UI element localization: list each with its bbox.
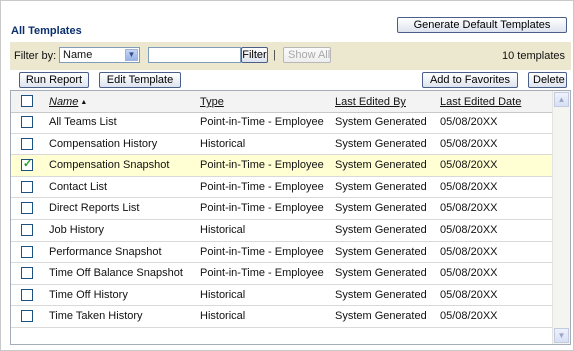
filter-field-select[interactable]: Name ▼ [59, 47, 140, 63]
row-type: Point-in-Time - Employee [200, 116, 324, 128]
row-checkbox[interactable] [21, 245, 33, 258]
column-header-last-edited-date[interactable]: Last Edited Date [440, 96, 521, 108]
row-checkbox[interactable] [21, 202, 33, 215]
row-checkbox[interactable] [21, 223, 33, 236]
row-checkbox[interactable] [21, 157, 33, 172]
row-checkbox[interactable] [21, 137, 33, 150]
templates-panel: All Templates Generate Default Templates… [0, 0, 574, 351]
row-name[interactable]: Time Off History [49, 289, 128, 301]
row-date: 05/08/20XX [440, 245, 498, 258]
row-type: Historical [200, 288, 246, 301]
filter-label: Filter by: [14, 50, 57, 62]
column-header-last-edited-by[interactable]: Last Edited By [335, 96, 406, 108]
template-count: 10 templates [502, 50, 565, 62]
templates-table: Name ▲ Type Last Edited By Last Edited Da… [10, 90, 571, 345]
sort-ascending-icon: ▲ [80, 99, 88, 106]
delete-button[interactable]: Delete [528, 72, 567, 88]
filter-button[interactable]: Filter [241, 47, 268, 63]
row-checkbox[interactable] [21, 288, 33, 301]
row-name[interactable]: Performance Snapshot [49, 246, 162, 258]
row-name[interactable]: Compensation History [49, 138, 157, 150]
table-row[interactable]: Time Off History Historical System Generat… [11, 285, 553, 307]
table-row[interactable]: Contact List Point-in-Time - Employee Syst… [11, 177, 553, 199]
select-all-checkbox[interactable] [21, 95, 33, 107]
scroll-up-icon[interactable]: ▲ [554, 92, 569, 107]
row-type: Point-in-Time - Employee [200, 267, 324, 280]
column-header-type[interactable]: Type [200, 96, 224, 108]
table-body: All Teams List Point-in-Time - Employee Sy… [11, 112, 553, 328]
row-name[interactable]: Job History [49, 224, 104, 236]
add-to-favorites-button[interactable]: Add to Favorites [422, 72, 518, 88]
row-edited-by: System Generated [335, 223, 427, 236]
vertical-scrollbar[interactable]: ▲ ▼ [552, 91, 570, 344]
row-checkbox[interactable] [21, 267, 33, 280]
row-date: 05/08/20XX [440, 310, 498, 323]
row-type: Point-in-Time - Employee [200, 159, 324, 172]
row-type: Point-in-Time - Employee [200, 180, 324, 193]
generate-default-templates-button[interactable]: Generate Default Templates [397, 17, 567, 33]
filter-field-value: Name [63, 49, 93, 61]
filter-text-input[interactable] [148, 47, 241, 63]
row-name[interactable]: Direct Reports List [49, 202, 139, 214]
row-date: 05/08/20XX [440, 116, 498, 128]
row-date: 05/08/20XX [440, 288, 498, 301]
row-name[interactable]: Compensation Snapshot [49, 159, 169, 171]
row-name[interactable]: Time Off Balance Snapshot [49, 267, 183, 279]
row-type: Historical [200, 137, 246, 150]
row-date: 05/08/20XX [440, 159, 498, 172]
table-row[interactable]: Compensation History Historical System Gen… [11, 134, 553, 156]
table-row[interactable]: Performance Snapshot Point-in-Time - Empl… [11, 242, 553, 264]
row-date: 05/08/20XX [440, 223, 498, 236]
row-type: Point-in-Time - Employee [200, 202, 324, 215]
table-row[interactable]: Time Off Balance Snapshot Point-in-Time -… [11, 263, 553, 285]
row-checkbox[interactable] [21, 310, 33, 323]
column-header-name[interactable]: Name ▲ [49, 96, 87, 108]
row-edited-by: System Generated [335, 116, 427, 128]
chevron-down-icon[interactable]: ▼ [125, 49, 138, 61]
row-name[interactable]: All Teams List [49, 116, 117, 128]
row-date: 05/08/20XX [440, 202, 498, 215]
row-edited-by: System Generated [335, 159, 427, 172]
row-edited-by: System Generated [335, 137, 427, 150]
filter-separator: | [273, 49, 276, 61]
row-edited-by: System Generated [335, 267, 427, 280]
row-edited-by: System Generated [335, 180, 427, 193]
row-edited-by: System Generated [335, 310, 427, 323]
row-name[interactable]: Contact List [49, 181, 107, 193]
table-row[interactable]: Direct Reports List Point-in-Time - Emplo… [11, 198, 553, 220]
run-report-button[interactable]: Run Report [19, 72, 89, 88]
row-edited-by: System Generated [335, 288, 427, 301]
table-row[interactable]: Compensation Snapshot Point-in-Time - Emp… [11, 155, 553, 177]
table-row[interactable]: Time Taken History Historical System Gener… [11, 306, 553, 328]
row-checkbox[interactable] [21, 116, 33, 128]
table-row[interactable]: Job History Historical System Generated 05/… [11, 220, 553, 242]
show-all-button[interactable]: Show All [283, 47, 331, 63]
scroll-down-icon[interactable]: ▼ [554, 328, 569, 343]
table-row[interactable]: All Teams List Point-in-Time - Employee Sy… [11, 112, 553, 134]
row-edited-by: System Generated [335, 245, 427, 258]
filter-bar: Filter by: Name ▼ Filter | Show All 10 t… [10, 42, 571, 70]
row-type: Historical [200, 223, 246, 236]
row-edited-by: System Generated [335, 202, 427, 215]
edit-template-button[interactable]: Edit Template [99, 72, 181, 88]
row-name[interactable]: Time Taken History [49, 310, 143, 322]
row-type: Historical [200, 310, 246, 323]
page-title: All Templates [11, 25, 82, 37]
row-date: 05/08/20XX [440, 267, 498, 280]
row-date: 05/08/20XX [440, 180, 498, 193]
row-type: Point-in-Time - Employee [200, 245, 324, 258]
row-checkbox[interactable] [21, 180, 33, 193]
table-header: Name ▲ Type Last Edited By Last Edited Da… [11, 91, 553, 113]
row-date: 05/08/20XX [440, 137, 498, 150]
